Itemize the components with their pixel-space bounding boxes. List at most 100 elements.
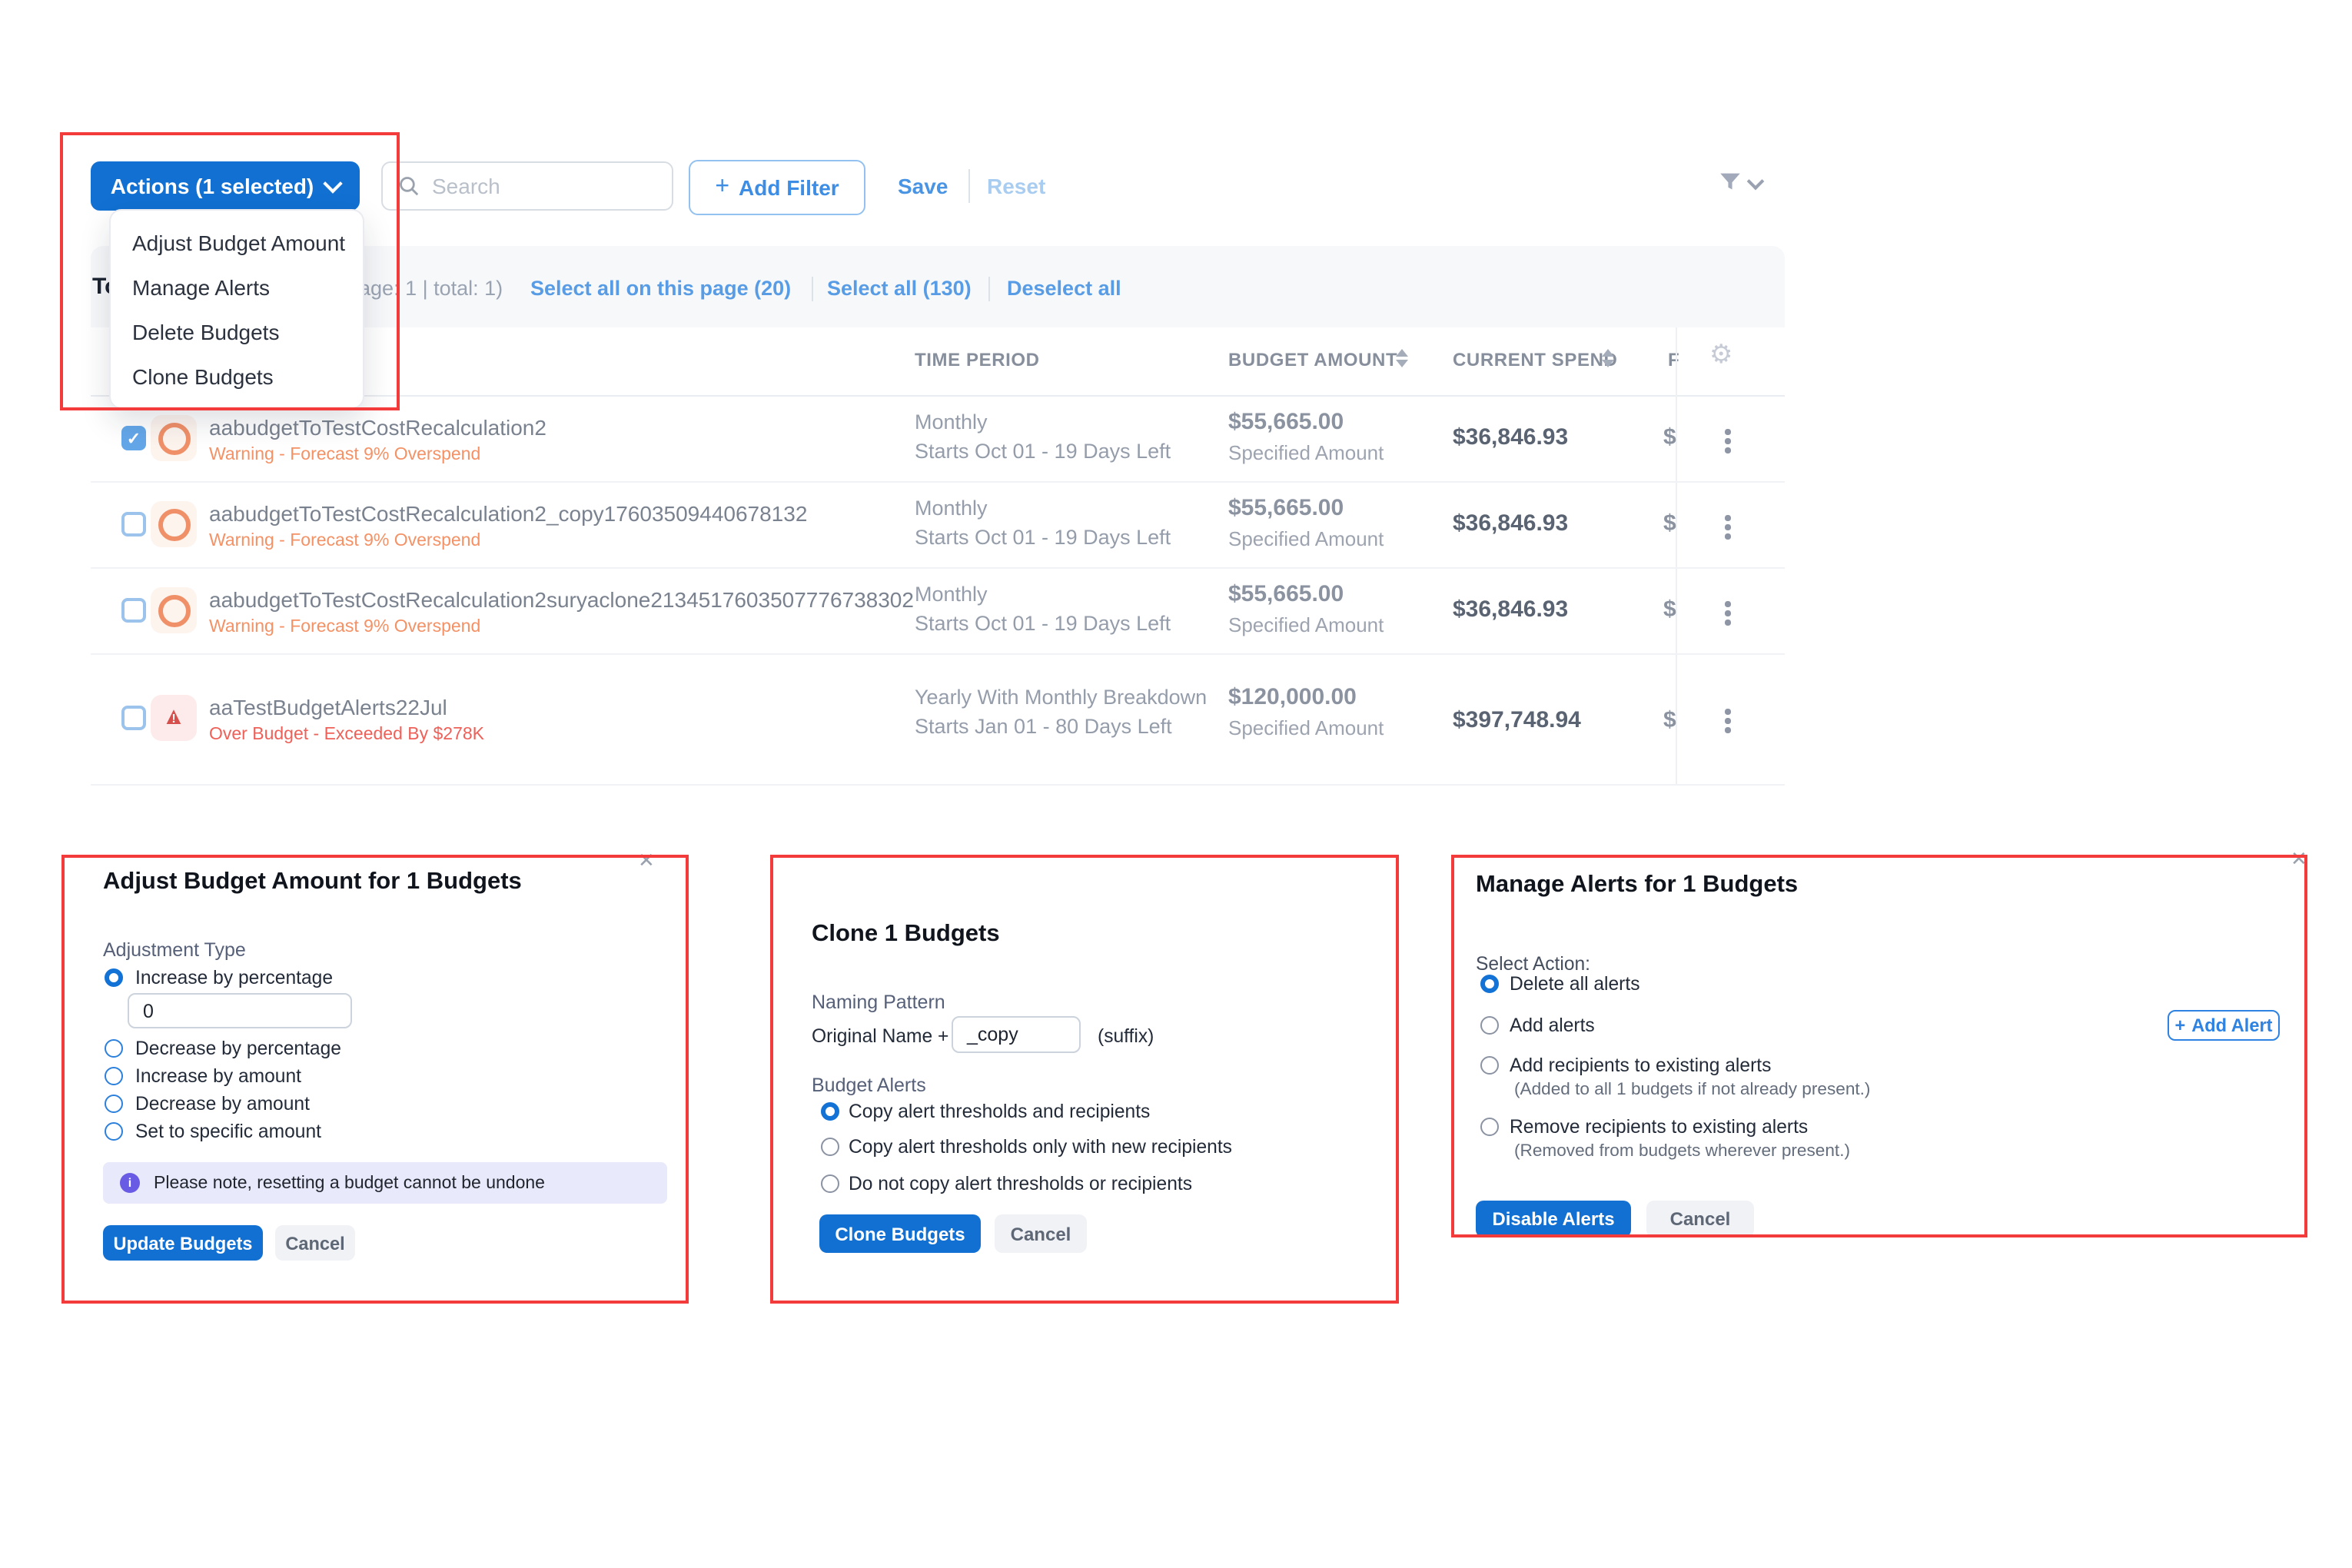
percentage-input-value: 0: [143, 1000, 154, 1022]
cancel-button[interactable]: Cancel: [275, 1225, 355, 1261]
budget-status-icon: [151, 501, 197, 547]
row-actions-kebab[interactable]: [1725, 515, 1730, 539]
selection-divider: [812, 277, 813, 301]
col-header-budget-amount[interactable]: BUDGET AMOUNT: [1228, 349, 1397, 370]
clipped-value: $: [1663, 510, 1676, 537]
sort-icon[interactable]: [1396, 349, 1408, 367]
row-checkbox[interactable]: ✓: [121, 426, 146, 450]
chevron-down-icon: [1747, 172, 1765, 190]
add-alert-button[interactable]: + Add Alert: [2168, 1010, 2280, 1041]
budget-status-text: Warning - Forecast 9% Overspend: [209, 532, 480, 550]
original-name-label: Original Name +: [812, 1025, 948, 1047]
time-period-line1: Yearly With Monthly Breakdown: [915, 686, 1207, 709]
select-all-page-link[interactable]: Select all on this page (20): [530, 277, 791, 300]
row-actions-kebab[interactable]: [1725, 429, 1730, 453]
column-settings-gear-icon[interactable]: ⚙: [1709, 341, 1733, 367]
actions-dropdown-menu: Adjust Budget Amount Manage Alerts Delet…: [109, 209, 364, 409]
radio-label: Remove recipients to existing alerts: [1510, 1116, 1808, 1138]
warning-ring-icon: [158, 594, 190, 626]
time-period-line2: Starts Oct 01 - 19 Days Left: [915, 440, 1171, 463]
budget-name[interactable]: aabudgetToTestCostRecalculation2_copy176…: [209, 501, 807, 526]
radio-increase-by-amount[interactable]: [105, 1067, 123, 1085]
annotation-box-manage-modal: [1451, 855, 2307, 1237]
radio-do-not-copy[interactable]: [821, 1174, 839, 1193]
chevron-down-icon: [324, 173, 343, 192]
time-period-line1: Monthly: [915, 497, 988, 520]
check-icon: ✓: [127, 428, 141, 448]
adjust-modal-title: Adjust Budget Amount for 1 Budgets: [103, 869, 522, 896]
radio-copy-thresholds-recipients[interactable]: [821, 1102, 839, 1121]
current-spend: $36,846.93: [1453, 510, 1568, 537]
actions-button[interactable]: Actions (1 selected): [91, 161, 360, 211]
add-filter-button[interactable]: + Add Filter: [689, 160, 865, 215]
suffix-input-value: _copy: [967, 1024, 1018, 1045]
radio-copy-thresholds-new-recipients[interactable]: [821, 1138, 839, 1156]
sort-icon[interactable]: [1602, 349, 1614, 367]
row-actions-kebab[interactable]: [1725, 601, 1730, 625]
alert-triangle-icon: ▲ !: [161, 706, 186, 730]
save-link[interactable]: Save: [898, 174, 948, 198]
row-actions-kebab[interactable]: [1725, 709, 1730, 733]
close-icon[interactable]: ✕: [2291, 847, 2307, 872]
current-spend: $36,846.93: [1453, 596, 1568, 623]
deselect-all-link[interactable]: Deselect all: [1007, 277, 1121, 300]
time-period-line2: Starts Oct 01 - 19 Days Left: [915, 526, 1171, 549]
plus-icon: +: [2174, 1015, 2185, 1036]
col-header-current-spend[interactable]: CURRENT SPEND: [1453, 349, 1618, 370]
row-checkbox[interactable]: [121, 598, 146, 623]
time-period-line2: Starts Jan 01 - 80 Days Left: [915, 715, 1172, 738]
select-all-link[interactable]: Select all (130): [827, 277, 972, 300]
time-period-line2: Starts Oct 01 - 19 Days Left: [915, 612, 1171, 635]
radio-label: Add alerts: [1510, 1015, 1595, 1036]
budget-name[interactable]: aabudgetToTestCostRecalculation2: [209, 415, 546, 440]
toolbar-divider: [968, 169, 970, 203]
add-alert-label: Add Alert: [2191, 1015, 2272, 1036]
search-input[interactable]: Search: [381, 161, 673, 211]
clone-budgets-button[interactable]: Clone Budgets: [819, 1214, 981, 1253]
update-budgets-button[interactable]: Update Budgets: [103, 1225, 263, 1261]
percentage-input[interactable]: 0: [128, 993, 352, 1028]
add-filter-label: Add Filter: [739, 175, 839, 200]
actions-button-label: Actions (1 selected): [111, 174, 314, 198]
radio-label: Do not copy alert thresholds or recipien…: [849, 1173, 1192, 1194]
radio-label: Copy alert thresholds only with new reci…: [849, 1136, 1232, 1158]
info-icon: i: [120, 1173, 140, 1193]
row-checkbox[interactable]: [121, 706, 146, 730]
radio-increase-by-percentage[interactable]: [105, 968, 123, 987]
budget-name[interactable]: aabudgetToTestCostRecalculation2suryaclo…: [209, 587, 914, 612]
radio-add-alerts[interactable]: [1480, 1016, 1499, 1035]
budget-amount-type: Specified Amount: [1228, 441, 1384, 464]
cancel-button[interactable]: Cancel: [995, 1214, 1087, 1253]
search-icon: [398, 175, 420, 197]
menu-item-manage-alerts[interactable]: Manage Alerts: [111, 264, 363, 309]
budget-amount-type: Specified Amount: [1228, 527, 1384, 550]
menu-item-clone-budgets[interactable]: Clone Budgets: [111, 354, 363, 398]
radio-remove-recipients[interactable]: [1480, 1118, 1499, 1136]
filter-menu-button[interactable]: [1717, 169, 1762, 195]
naming-pattern-label: Naming Pattern: [812, 992, 945, 1013]
radio-decrease-by-amount[interactable]: [105, 1095, 123, 1113]
suffix-input[interactable]: _copy: [952, 1016, 1081, 1053]
budget-status-icon: [151, 587, 197, 633]
close-icon[interactable]: ✕: [638, 849, 655, 873]
radio-decrease-by-percentage[interactable]: [105, 1039, 123, 1058]
menu-item-delete-budgets[interactable]: Delete Budgets: [111, 309, 363, 354]
radio-delete-all-alerts[interactable]: [1480, 975, 1499, 993]
radio-label: Copy alert thresholds and recipients: [849, 1101, 1150, 1122]
warning-ring-icon: [158, 422, 190, 454]
radio-set-to-specific-amount[interactable]: [105, 1122, 123, 1141]
row-checkbox[interactable]: [121, 512, 146, 537]
menu-item-adjust-budget-amount[interactable]: Adjust Budget Amount: [111, 220, 363, 264]
radio-add-recipients[interactable]: [1480, 1056, 1499, 1075]
cancel-button[interactable]: Cancel: [1646, 1201, 1754, 1237]
disable-alerts-button[interactable]: Disable Alerts: [1476, 1201, 1631, 1237]
budget-amount: $55,665.00: [1228, 581, 1344, 607]
budget-status-text: Warning - Forecast 9% Overspend: [209, 446, 480, 464]
budget-status-icon: [151, 415, 197, 461]
warning-ring-icon: [158, 508, 190, 540]
col-header-time-period[interactable]: TIME PERIOD: [915, 349, 1040, 370]
budget-name[interactable]: aaTestBudgetAlerts22Jul: [209, 695, 447, 719]
clone-modal-title: Clone 1 Budgets: [812, 921, 1000, 948]
reset-warning-banner: i Please note, resetting a budget cannot…: [103, 1162, 667, 1204]
reset-link[interactable]: Reset: [987, 174, 1045, 198]
